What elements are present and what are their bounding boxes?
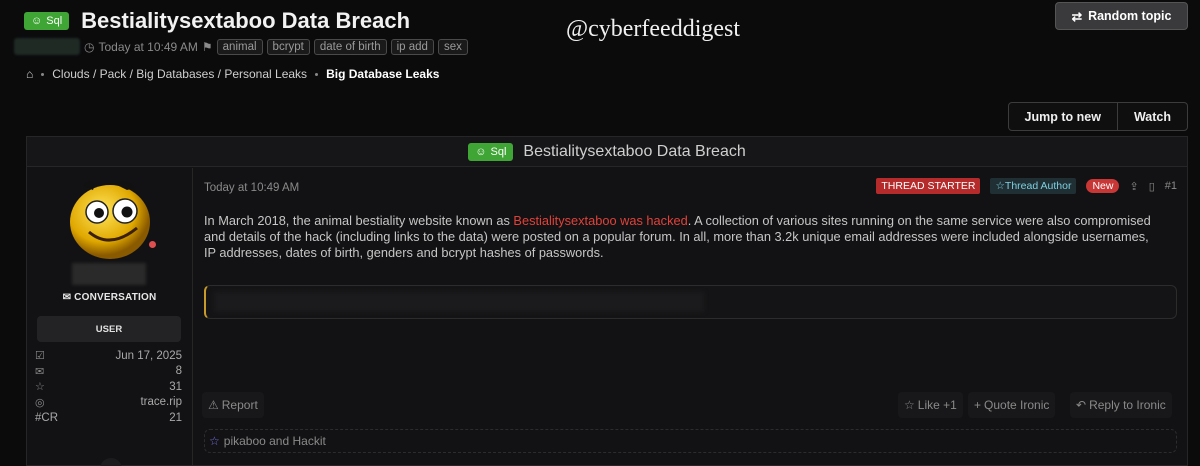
like-label: Like +1 — [917, 398, 957, 412]
watermark: @cyberfeeddigest — [566, 16, 741, 42]
post-footer-actions: ⚠ Report ☆ Like +1 + Quote Ironic ↶ Repl… — [202, 392, 1177, 418]
user-icon: ☺ — [31, 15, 43, 27]
hidden-content-redacted — [214, 292, 704, 312]
user-role-banner: USER — [37, 316, 181, 342]
share-icon[interactable]: ⇪ — [1129, 180, 1138, 193]
breadcrumb-separator — [41, 72, 45, 76]
clock-icon: ◷ — [84, 39, 95, 54]
random-topic-label: Random topic — [1088, 9, 1172, 23]
shuffle-icon: ⇄ — [1071, 9, 1083, 24]
watch-button[interactable]: Watch — [1116, 103, 1187, 130]
reply-label: Reply to Ironic — [1089, 398, 1166, 412]
thumbs-up-icon: ☆ — [35, 381, 45, 394]
tag-bcrypt[interactable]: bcrypt — [266, 38, 310, 55]
quote-button[interactable]: + Quote Ironic — [968, 392, 1056, 418]
new-badge: New — [1086, 179, 1120, 193]
quote-label: Quote Ironic — [984, 398, 1050, 412]
tag-date-of-birth[interactable]: date of birth — [313, 38, 387, 55]
user-icon: ☺ — [475, 145, 487, 158]
breadcrumb-current[interactable]: Big Database Leaks — [326, 67, 439, 81]
breadcrumb-path[interactable]: Clouds / Pack / Big Databases / Personal… — [52, 67, 307, 81]
stat-messages: ✉ 8 — [35, 364, 182, 380]
stat-reactions: ☆ 31 — [35, 379, 182, 395]
avatar[interactable] — [65, 180, 155, 260]
post-title: Bestialitysextaboo Data Breach — [523, 142, 746, 160]
breadcrumb: ⌂ Clouds / Pack / Big Databases / Person… — [26, 67, 439, 81]
thread-author-label: Thread Author — [1004, 180, 1072, 192]
cr-label: #CR — [35, 411, 59, 424]
random-topic-button[interactable]: ⇄ Random topic — [1055, 2, 1188, 30]
globe-icon: ◎ — [35, 396, 45, 409]
online-status-dot — [149, 241, 156, 248]
report-label: Report — [221, 398, 258, 412]
thumbs-up-icon: ☆ — [904, 398, 915, 412]
report-button[interactable]: ⚠ Report — [202, 392, 264, 418]
plus-icon: + — [974, 398, 982, 412]
page-title: Bestialitysextaboo Data Breach — [81, 8, 411, 33]
thread-author-badge: ☆Thread Author — [990, 178, 1077, 194]
tag-animal[interactable]: animal — [216, 38, 263, 55]
thread-actions: Jump to new Watch — [1007, 102, 1188, 131]
tag-icon: ⚑ — [201, 39, 213, 54]
post-prefix-badge[interactable]: ☺ Sql — [468, 142, 514, 161]
like-button[interactable]: ☆ Like +1 — [898, 392, 963, 418]
bookmark-icon[interactable]: ▯ — [1149, 180, 1155, 193]
reactions-users: pikaboo and Hackit — [223, 434, 326, 448]
conversation-link[interactable]: ✉ CONVERSATION — [27, 292, 192, 303]
star-icon: ☆ — [995, 180, 1005, 192]
messages-icon: ✉ — [35, 365, 45, 378]
warning-icon: ⚠ — [208, 398, 219, 412]
prefix-label: Sql — [46, 15, 63, 27]
body-link[interactable]: Bestialitysextaboo was hacked — [513, 213, 687, 228]
post-body: In March 2018, the animal bestiality web… — [204, 213, 1154, 261]
messages-value: 8 — [175, 365, 182, 378]
calendar-icon: ☑ — [35, 350, 45, 363]
website-value[interactable]: trace.rip — [140, 396, 182, 408]
username-redacted[interactable] — [72, 263, 146, 285]
mail-icon: ✉ — [62, 292, 72, 303]
hidden-content-box[interactable] — [204, 285, 1177, 319]
user-stats: ☑ Jun 17, 2025 ✉ 8 ☆ 31 ◎ trace.rip #CR … — [35, 348, 182, 426]
user-info-panel: ✉ CONVERSATION USER ☑ Jun 17, 2025 ✉ 8 ☆… — [27, 168, 193, 466]
reply-button[interactable]: ↶ Reply to Ironic — [1070, 392, 1172, 418]
thread-timestamp[interactable]: Today at 10:49 AM — [98, 40, 197, 54]
tag-ip-add[interactable]: ip add — [390, 38, 434, 55]
thread-starter-badge: THREAD STARTER — [876, 178, 981, 194]
stat-joined: ☑ Jun 17, 2025 — [35, 348, 182, 364]
arrow-down-icon[interactable]: ↓ — [100, 458, 122, 466]
post-content: Today at 10:49 AM THREAD STARTER ☆Thread… — [194, 168, 1187, 465]
reactions-bar[interactable]: ☆ pikaboo and Hackit — [204, 429, 1177, 453]
post-title-bar: ☺ Sql Bestialitysextaboo Data Breach — [27, 137, 1187, 167]
stat-cr: #CR 21 — [35, 410, 182, 426]
post-date[interactable]: Today at 10:49 AM — [204, 182, 299, 194]
post: ☺ Sql Bestialitysextaboo Data Breach ✉ C… — [26, 136, 1188, 466]
conversation-label: CONVERSATION — [74, 292, 157, 303]
jump-to-new-button[interactable]: Jump to new — [1009, 103, 1117, 130]
post-prefix-label: Sql — [490, 145, 507, 158]
cr-value: 21 — [169, 411, 182, 424]
body-text-start: In March 2018, the animal bestiality web… — [204, 213, 514, 228]
post-number[interactable]: #1 — [1165, 180, 1177, 192]
reply-icon: ↶ — [1076, 398, 1087, 412]
reactions-value: 31 — [169, 380, 182, 393]
thread-meta: ◷ Today at 10:49 AM ⚑ animal bcrypt date… — [14, 38, 468, 55]
home-icon[interactable]: ⌂ — [26, 67, 33, 81]
prefix-badge[interactable]: ☺ Sql — [24, 12, 70, 30]
tag-sex[interactable]: sex — [437, 38, 468, 55]
breadcrumb-separator — [315, 72, 319, 76]
author-name-redacted[interactable] — [14, 38, 80, 55]
stat-website: ◎ trace.rip — [35, 395, 182, 411]
title-row: ☺ Sql Bestialitysextaboo Data Breach — [24, 8, 410, 34]
post-badges: THREAD STARTER ☆Thread Author New ⇪ ▯ #1 — [876, 178, 1177, 194]
like-reaction-icon: ☆ — [209, 434, 220, 448]
joined-value: Jun 17, 2025 — [115, 349, 182, 362]
